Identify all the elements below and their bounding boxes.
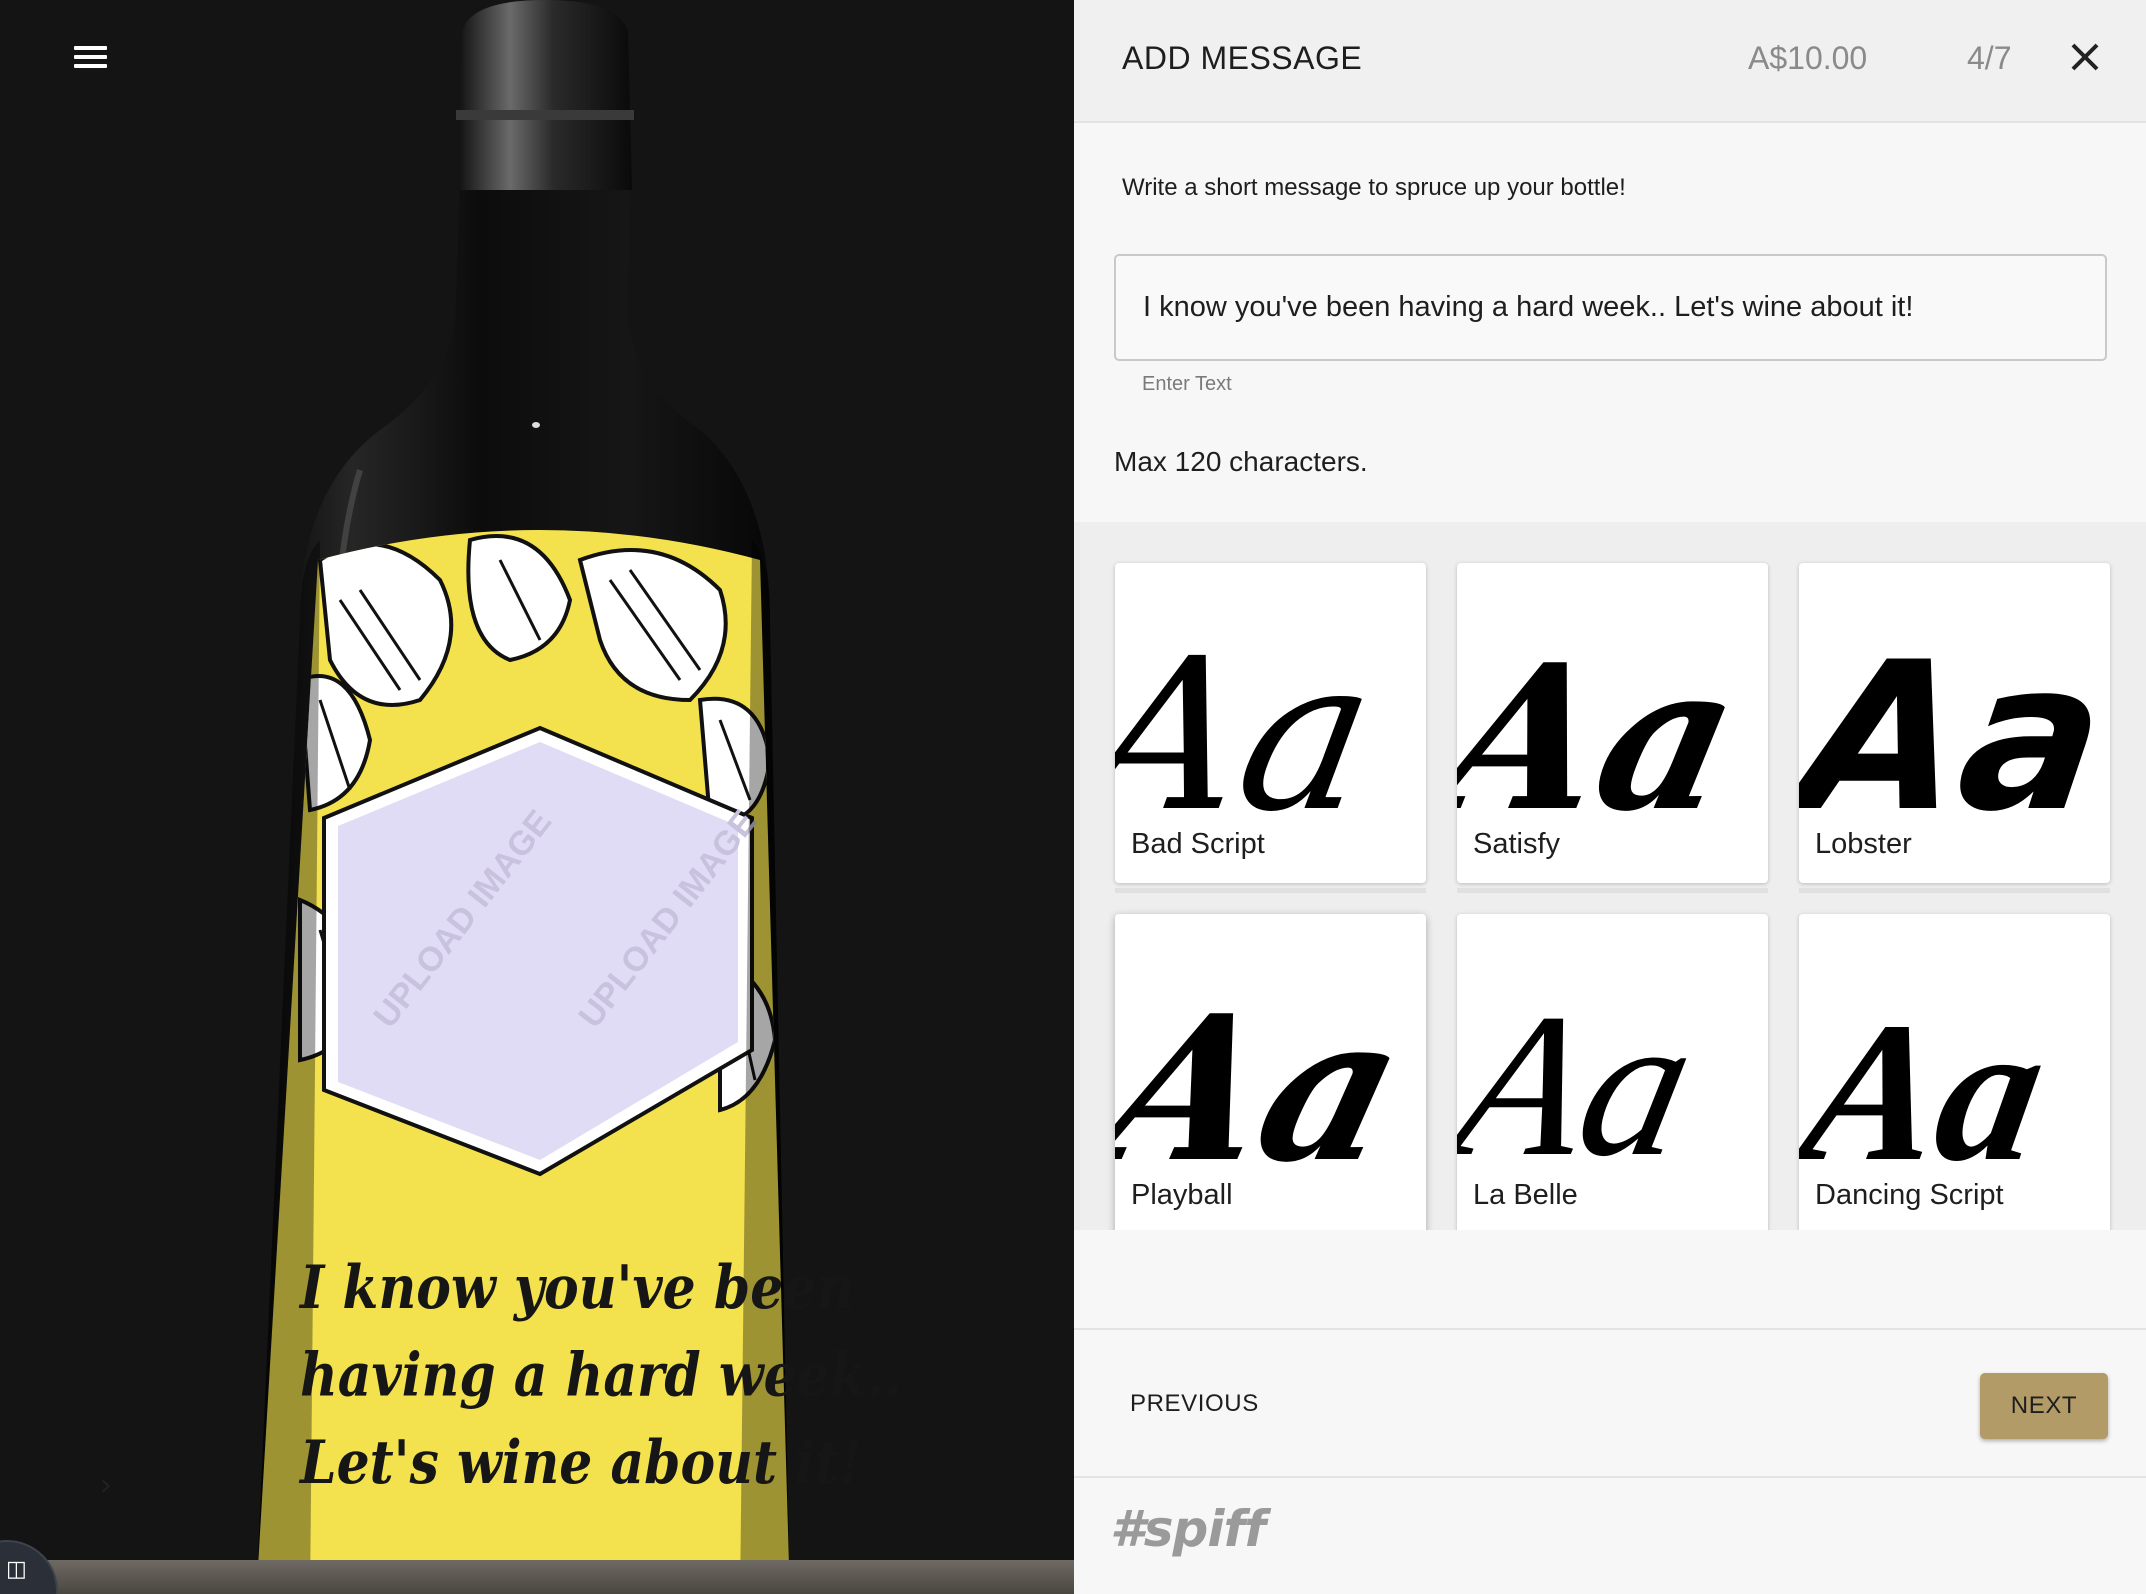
chevron-right-icon[interactable]: › <box>100 1468 112 1503</box>
svg-text:Aa: Aa <box>1115 614 1391 813</box>
font-option-playball[interactable]: Aa Playball <box>1115 914 1426 1230</box>
font-option-la-belle[interactable]: Aa La Belle <box>1457 914 1768 1230</box>
panel-header: ADD MESSAGE A$10.00 4/7 <box>1074 0 2146 123</box>
font-sample-glyph: Aa <box>1799 980 2061 1164</box>
font-sample-glyph: Aa <box>1799 618 2110 813</box>
font-option-label: Satisfy <box>1473 828 1561 860</box>
spiff-logo: #spiff <box>1110 1500 1266 1558</box>
intro-text: Write a short message to spruce up your … <box>1122 174 1626 201</box>
bottle-message-line: I know you've been <box>300 1252 855 1324</box>
card-divider <box>1115 888 1426 893</box>
card-divider <box>1457 888 1768 893</box>
table-surface <box>0 1560 1074 1594</box>
shopping-bag-icon: ◫ <box>6 1556 27 1581</box>
bottle-message-preview: I know you've been having a hard week.. … <box>300 1245 903 1507</box>
customizer-panel: ADD MESSAGE A$10.00 4/7 Write a short me… <box>1074 0 2146 1594</box>
svg-text:Aa: Aa <box>1799 980 2061 1164</box>
panel-footer: PREVIOUS NEXT <box>1074 1328 2146 1478</box>
bottle-message-line: having a hard week.. <box>300 1340 903 1411</box>
svg-text:Aa: Aa <box>1115 971 1426 1164</box>
svg-text:Aa: Aa <box>1799 618 2110 813</box>
step-counter: 4/7 <box>1967 40 2012 76</box>
next-button[interactable]: NEXT <box>1980 1373 2108 1439</box>
step-title: ADD MESSAGE <box>1122 40 1363 76</box>
font-sample-glyph: Aa <box>1115 614 1391 813</box>
font-sample-glyph: Aa <box>1115 971 1426 1164</box>
font-option-label: La Belle <box>1473 1179 1578 1211</box>
font-option-bad-script[interactable]: Aa Bad Script <box>1115 563 1426 883</box>
font-option-label: Lobster <box>1815 828 1912 860</box>
font-option-label: Bad Script <box>1131 828 1265 860</box>
card-divider <box>1799 888 2110 893</box>
svg-text:Aa: Aa <box>1457 971 1713 1164</box>
font-option-lobster[interactable]: Aa Lobster <box>1799 563 2110 883</box>
font-option-label: Playball <box>1131 1179 1233 1211</box>
svg-text:Aa: Aa <box>1457 620 1758 813</box>
max-characters-note: Max 120 characters. <box>1114 446 1368 477</box>
font-picker: Aa Bad Script Aa Satisfy Aa Lobster Aa P… <box>1074 522 2146 1230</box>
close-icon[interactable] <box>2062 34 2108 80</box>
font-sample-glyph: Aa <box>1457 971 1713 1164</box>
font-option-label: Dancing Script <box>1815 1179 2004 1211</box>
price-label: A$10.00 <box>1748 40 1868 76</box>
message-input[interactable] <box>1114 254 2107 361</box>
input-helper-text: Enter Text <box>1142 373 1232 395</box>
bottle-preview-stage: UPLOAD IMAGE UPLOAD IMAGE I know you've … <box>0 0 1074 1594</box>
previous-button[interactable]: PREVIOUS <box>1130 1390 1259 1418</box>
bottle-message-line: Let's wine about it! <box>300 1427 862 1498</box>
font-option-dancing-script[interactable]: Aa Dancing Script <box>1799 914 2110 1230</box>
font-option-satisfy[interactable]: Aa Satisfy <box>1457 563 1768 883</box>
hamburger-menu-icon[interactable] <box>74 44 110 72</box>
font-sample-glyph: Aa <box>1457 620 1758 813</box>
